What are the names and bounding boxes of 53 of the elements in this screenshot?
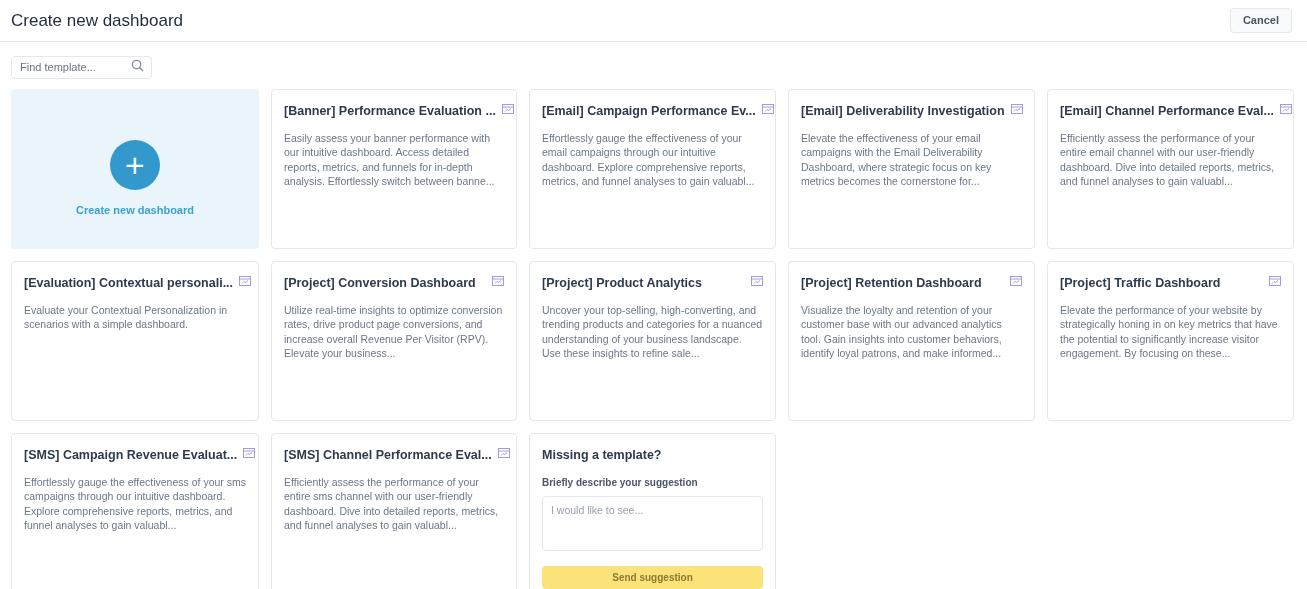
suggestion-title: Missing a template? [542,447,663,464]
template-description: Uncover your top-selling, high-converting, and trending products and categories for a nuanced understanding of your business landscape. Use these insights to refine sale... [542,302,763,361]
dashboard-icon [1010,276,1022,286]
template-card[interactable]: [Project] Conversion Dashboard Utilize real-time insights to optimize conversion rates, drive product page conversions, and increase overall Revenue Per Visitor (RPV). Elevate your business... [271,261,517,421]
dashboard-icon [239,276,252,286]
dashboard-icon [501,104,514,114]
template-title: [SMS] Campaign Revenue Evaluat... [24,447,238,464]
suggestion-input[interactable]: I would like to see... [542,495,763,551]
search-icon [131,59,144,72]
create-label: Create new dashboard [76,202,194,218]
dashboard-icon [761,104,774,114]
suggestion-label: Briefly describe your suggestion [542,475,699,490]
template-card[interactable] [271,433,517,589]
template-description: Elevate the performance of your website by strategically honing in on key metrics that have the potential to significantly increase visitor engagement. By focusing on these... [1060,302,1279,361]
template-card[interactable]: [Evaluation] Contextual personali... Evaluate your Contextual Personalization in scenarios with a simple dashboard. [11,261,259,421]
template-card[interactable]: [Email] Deliverability Investigation Elevate the effectiveness of your email campaigns with the Email Deliverability Dashboard, where strategic focus on key metrics becomes the cornerstone for... [788,89,1035,249]
dashboard-icon [497,448,510,458]
template-title: [Email] Channel Performance Eval... [1060,103,1274,120]
template-title: [SMS] Channel Performance Eval... [284,447,492,464]
template-description: Utilize real-time insights to optimize conversion rates, drive product page conversions, and increase overall Revenue Per Visitor (RPV). Elevate your business... [284,302,504,361]
dashboard-icon [751,276,763,286]
template-description: Easily assess your banner performance with our intuitive dashboard. Access detailed reports, metrics, and funnels for in-depth analysis. Effortlessly switch between banne... [284,130,496,189]
template-card[interactable] [1047,261,1294,421]
template-description: Evaluate your Contextual Personalization in scenarios with a simple dashboard. [24,302,229,332]
template-title: [Email] Campaign Performance Ev... [542,103,756,120]
template-title: [Project] Traffic Dashboard [1060,275,1221,292]
template-description: Elevate the effectiveness of your email campaigns with the Email Deliverability Dashboard, where strategic focus on key metrics becomes the cornerstone for... [801,130,993,189]
dashboard-icon [243,448,256,458]
template-title: [Project] Retention Dashboard [801,275,982,292]
template-card[interactable] [271,89,517,249]
template-title: [Banner] Performance Evaluation ... [284,103,496,120]
template-title: [Project] Conversion Dashboard [284,275,476,292]
template-description: Visualize the loyalty and retention of your customer base with our advanced analytics tool. Gain insights into customer behaviors, identify loyal patrons, and make informed... [801,302,1003,361]
dashboard-icon [492,276,504,286]
template-description: Efficiently assess the performance of your entire email channel with our user-friendly dashboard. Dive into detailed reports, metrics, and funnel analyses to gain valuabl... [1060,130,1276,189]
page-title: Create new dashboard [11,9,183,32]
template-description: Effortlessly gauge the effectiveness of your sms campaigns through our intuitive dashboard. Explore comprehensive reports, metrics, and funnel analyses to gain valuabl... [24,474,246,533]
template-card[interactable] [11,433,259,589]
template-description: Efficiently assess the performance of your entire sms channel with our user-friendly dashboard. Dive into detailed reports, metrics, and funnel analyses to gain valuabl... [284,474,500,533]
search-field[interactable]: Find template... [11,55,152,79]
template-card[interactable] [788,261,1035,421]
template-card[interactable]: [Project] Product Analytics Uncover your top-selling, high-converting, and trending products and categories for a nuanced understanding of your business landscape. Use these insights to refine sale... [529,261,776,421]
template-card[interactable] [529,89,776,249]
cancel-button[interactable]: Cancel [1229,8,1292,33]
template-title: [Project] Product Analytics [542,275,702,292]
template-title: [Evaluation] Contextual personali... [24,275,234,292]
dashboard-icon [1010,104,1023,114]
template-title: [Email] Deliverability Investigation [801,103,1005,120]
dashboard-icon [1269,276,1281,286]
template-description: Effortlessly gauge the effectiveness of your email campaigns through our intuitive dashboard. Explore comprehensive reports, metrics, and funnel analyses to gain valuabl... [542,130,756,189]
dashboard-icon [1279,104,1292,114]
plus-icon: + [110,139,160,190]
template-card[interactable] [1047,89,1294,249]
